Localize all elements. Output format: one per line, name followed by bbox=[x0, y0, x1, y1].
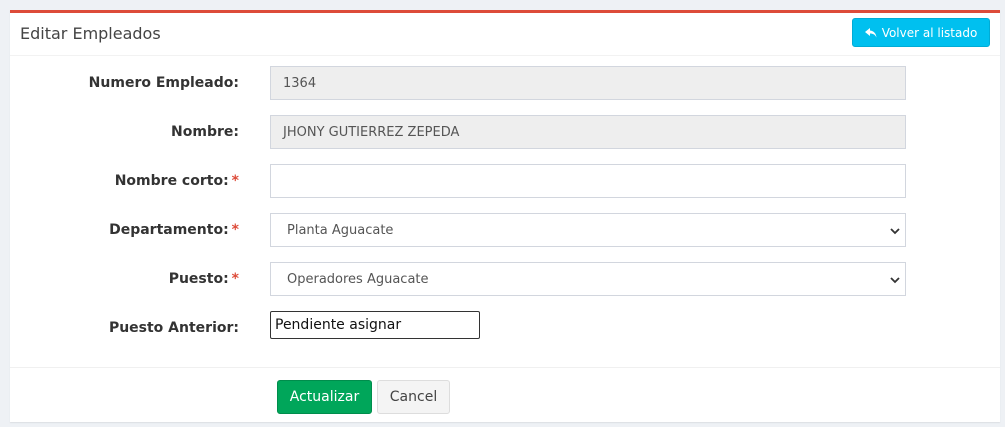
chevron-down-icon bbox=[890, 274, 900, 289]
nombre-label: Nombre: bbox=[171, 124, 239, 140]
field-row-puesto-anterior: Puesto Anterior: Pendiente asignar bbox=[10, 311, 1000, 345]
field-row-nombre: Nombre: JHONY GUTIERREZ ZEPEDA bbox=[10, 115, 1000, 149]
field-row-departamento: Departamento: * Planta Aguacate bbox=[10, 213, 1000, 247]
required-mark: * bbox=[231, 173, 239, 189]
required-mark: * bbox=[231, 222, 239, 238]
departamento-selected: Planta Aguacate bbox=[287, 222, 394, 238]
reply-icon bbox=[864, 27, 877, 38]
departamento-label: Departamento: * bbox=[109, 222, 239, 238]
field-row-nombre-corto: Nombre corto: * bbox=[10, 164, 1000, 198]
edit-employee-panel: Editar Empleados Volver al listado Numer… bbox=[10, 10, 1000, 422]
page-title: Editar Empleados bbox=[20, 24, 161, 43]
departamento-select[interactable]: Planta Aguacate bbox=[270, 213, 906, 247]
form-footer: Actualizar Cancel bbox=[10, 367, 1000, 425]
field-row-numero-empleado: Numero Empleado: 1364 bbox=[10, 66, 1000, 100]
puesto-anterior-label: Puesto Anterior: bbox=[108, 320, 239, 336]
nombre-field: JHONY GUTIERREZ ZEPEDA bbox=[270, 115, 906, 149]
panel-header: Editar Empleados Volver al listado bbox=[10, 13, 1000, 56]
nombre-corto-label: Nombre corto: * bbox=[114, 173, 239, 189]
chevron-down-icon bbox=[890, 225, 900, 240]
puesto-anterior-input[interactable]: Pendiente asignar bbox=[270, 311, 480, 339]
numero-empleado-field: 1364 bbox=[270, 66, 906, 100]
nombre-value: JHONY GUTIERREZ ZEPEDA bbox=[283, 124, 460, 140]
cancel-button[interactable]: Cancel bbox=[377, 380, 450, 414]
required-mark: * bbox=[231, 271, 239, 287]
puesto-selected: Operadores Aguacate bbox=[287, 271, 429, 287]
puesto-select[interactable]: Operadores Aguacate bbox=[270, 262, 906, 296]
field-row-puesto: Puesto: * Operadores Aguacate bbox=[10, 262, 1000, 296]
puesto-anterior-value: Pendiente asignar bbox=[275, 317, 402, 333]
back-to-list-button[interactable]: Volver al listado bbox=[852, 18, 990, 47]
back-button-label: Volver al listado bbox=[881, 25, 978, 40]
update-button[interactable]: Actualizar bbox=[277, 380, 372, 414]
nombre-corto-input[interactable] bbox=[270, 164, 906, 198]
numero-empleado-label: Numero Empleado: bbox=[88, 75, 239, 91]
puesto-label: Puesto: * bbox=[168, 271, 239, 287]
numero-empleado-value: 1364 bbox=[283, 75, 317, 91]
